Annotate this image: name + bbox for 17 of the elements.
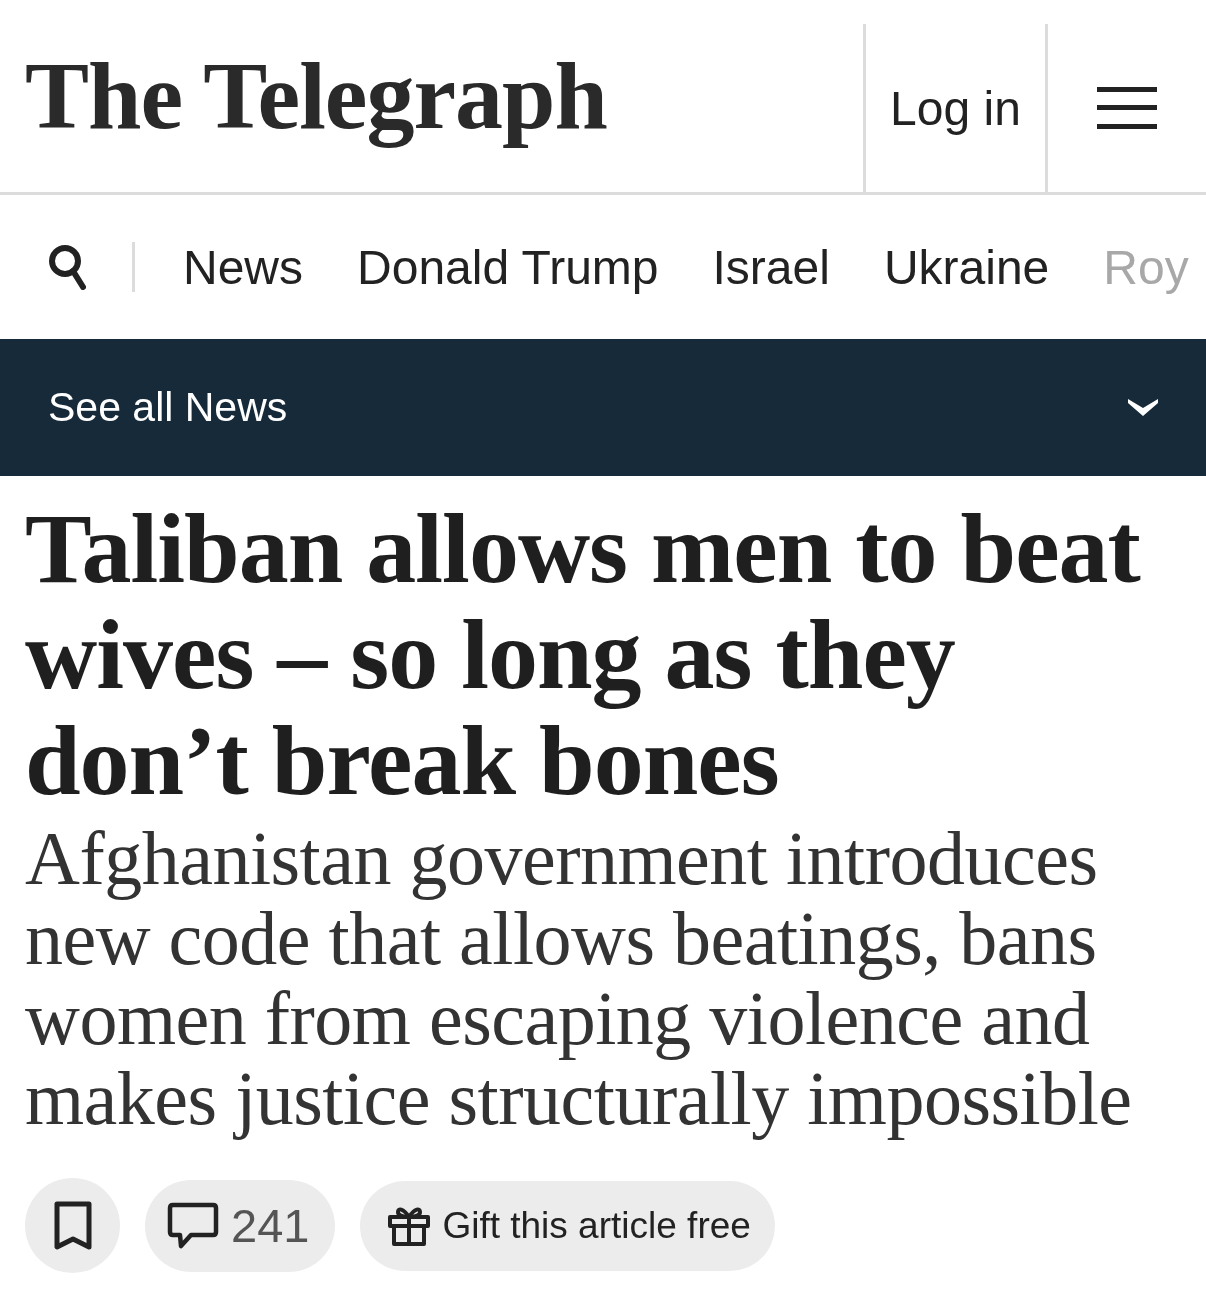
nav-link[interactable]: News	[183, 239, 304, 295]
nav-link[interactable]: Ukraine	[883, 239, 1050, 295]
chevron-icon	[1128, 399, 1158, 416]
nav-link[interactable]: Donald Trump	[357, 239, 659, 295]
comments-button[interactable]: 241	[145, 1179, 336, 1272]
section-dropdown[interactable]: See all News	[0, 339, 1206, 476]
article-headline: Taliban allows men to beat wives – so long as they don’t break bones	[25, 496, 1142, 814]
gift-icon	[388, 1205, 431, 1246]
nav-link[interactable]: Israel	[712, 239, 830, 295]
article-standfirst: Afghanistan government introduces new code that allows beatings, bans women from escaping violence and makes justice structurally impossible	[25, 818, 1133, 1138]
menu-icon	[1097, 87, 1157, 129]
speech-bubble-icon	[167, 1201, 219, 1250]
gift-article-button[interactable]: Gift this article free	[360, 1180, 775, 1271]
search-button[interactable]	[48, 244, 86, 290]
bookmark-icon	[52, 1199, 93, 1252]
search-icon	[48, 244, 86, 290]
login-button[interactable]: Log in	[863, 24, 1048, 192]
